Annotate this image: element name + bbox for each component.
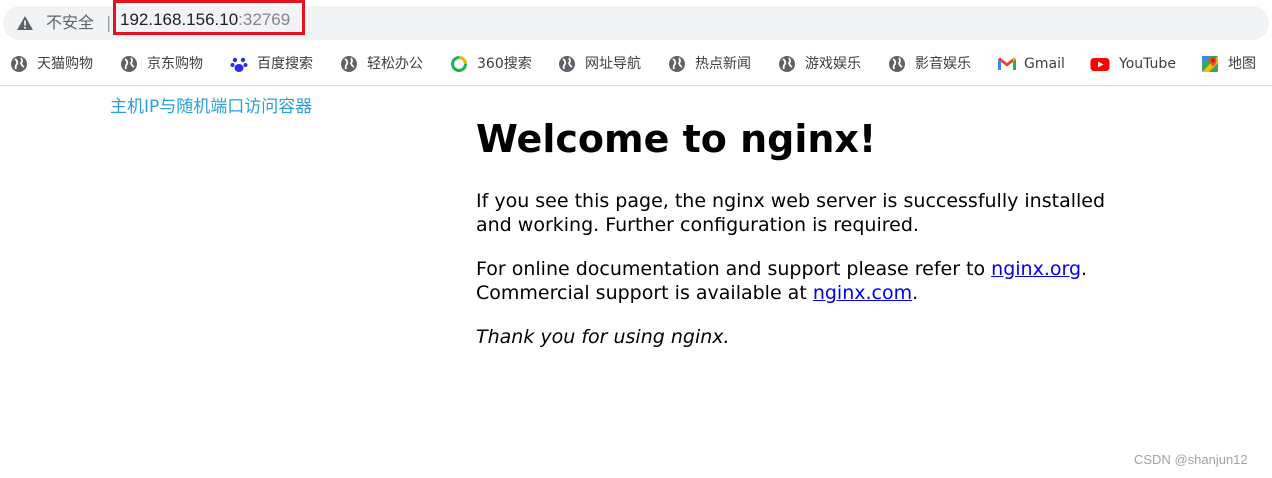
baidu-paw-icon bbox=[230, 55, 248, 73]
separator: | bbox=[106, 13, 112, 32]
globe-icon bbox=[778, 55, 796, 73]
bookmark-label: 京东购物 bbox=[147, 56, 203, 72]
bookmark-item[interactable]: 热点新闻 bbox=[668, 54, 751, 74]
bookmark-item[interactable]: 360搜索 bbox=[450, 54, 532, 74]
page-title: Welcome to nginx! bbox=[476, 117, 877, 161]
globe-icon bbox=[10, 55, 28, 73]
address-bar: 不安全 | 192.168.156.10:32769 bbox=[0, 0, 1272, 44]
support-text: For online documentation and support ple… bbox=[476, 258, 992, 280]
url-port: :32769 bbox=[238, 10, 291, 29]
bookmark-label: 百度搜索 bbox=[257, 56, 313, 72]
support-paragraph: For online documentation and support ple… bbox=[476, 257, 1116, 305]
nginx-welcome-content: Welcome to nginx! If you see this page, … bbox=[476, 108, 1116, 349]
commercial-period: . bbox=[912, 282, 919, 304]
globe-icon bbox=[668, 55, 686, 73]
youtube-icon bbox=[1090, 55, 1110, 73]
bookmark-label: 热点新闻 bbox=[695, 56, 751, 72]
gmail-icon bbox=[997, 55, 1016, 73]
intro-paragraph: If you see this page, the nginx web serv… bbox=[476, 190, 1106, 236]
bookmark-item[interactable]: 百度搜索 bbox=[230, 54, 313, 74]
security-status-label[interactable]: 不安全 bbox=[46, 13, 94, 33]
commercial-text: Commercial support is available at bbox=[476, 282, 813, 304]
bookmark-label: 网址导航 bbox=[585, 56, 641, 72]
support-period: . bbox=[1081, 258, 1088, 280]
bookmark-label: 影音娱乐 bbox=[915, 56, 971, 72]
bookmark-item[interactable]: 京东购物 bbox=[120, 54, 203, 74]
bookmark-item[interactable]: 地图 bbox=[1201, 54, 1256, 74]
globe-icon bbox=[888, 55, 906, 73]
bookmark-item[interactable]: Gmail bbox=[997, 54, 1065, 74]
bookmark-item[interactable]: 天猫购物 bbox=[10, 54, 93, 74]
watermark: CSDN @shanjun12 bbox=[1134, 452, 1248, 467]
broken-image-alt-text: 主机IP与随机端口访问容器 bbox=[110, 97, 313, 117]
thank-you-text: Thank you for using nginx. bbox=[476, 326, 730, 348]
bookmark-label: 天猫购物 bbox=[37, 56, 93, 72]
globe-icon bbox=[558, 55, 576, 73]
url-host: 192.168.156.10 bbox=[120, 10, 239, 29]
nginx-com-link[interactable]: nginx.com bbox=[813, 282, 912, 304]
bookmark-label: 游戏娱乐 bbox=[805, 56, 861, 72]
bookmark-item[interactable]: 轻松办公 bbox=[340, 54, 423, 74]
globe-icon bbox=[120, 55, 138, 73]
url-text[interactable]: 192.168.156.10:32769 bbox=[120, 10, 290, 30]
bookmark-item[interactable]: 影音娱乐 bbox=[888, 54, 971, 74]
globe-icon bbox=[340, 55, 358, 73]
url-highlight-box: 192.168.156.10:32769 bbox=[113, 0, 305, 35]
bookmark-label: Gmail bbox=[1024, 56, 1065, 72]
bookmarks-bar: 天猫购物 京东购物 百度搜索 轻松办公 360搜索 网址导航 热点新闻 游戏娱乐… bbox=[0, 44, 1272, 86]
warning-icon[interactable] bbox=[16, 15, 34, 31]
bookmark-item[interactable]: 网址导航 bbox=[558, 54, 641, 74]
nginx-org-link[interactable]: nginx.org bbox=[991, 258, 1081, 280]
bookmark-item[interactable]: 游戏娱乐 bbox=[778, 54, 861, 74]
bookmark-item[interactable]: YouTube bbox=[1090, 54, 1176, 74]
360-search-icon bbox=[450, 55, 468, 73]
bookmark-label: YouTube bbox=[1119, 56, 1176, 72]
maps-icon bbox=[1201, 55, 1219, 73]
bookmark-label: 360搜索 bbox=[477, 56, 532, 72]
bookmark-label: 地图 bbox=[1228, 56, 1256, 72]
bookmark-label: 轻松办公 bbox=[367, 56, 423, 72]
